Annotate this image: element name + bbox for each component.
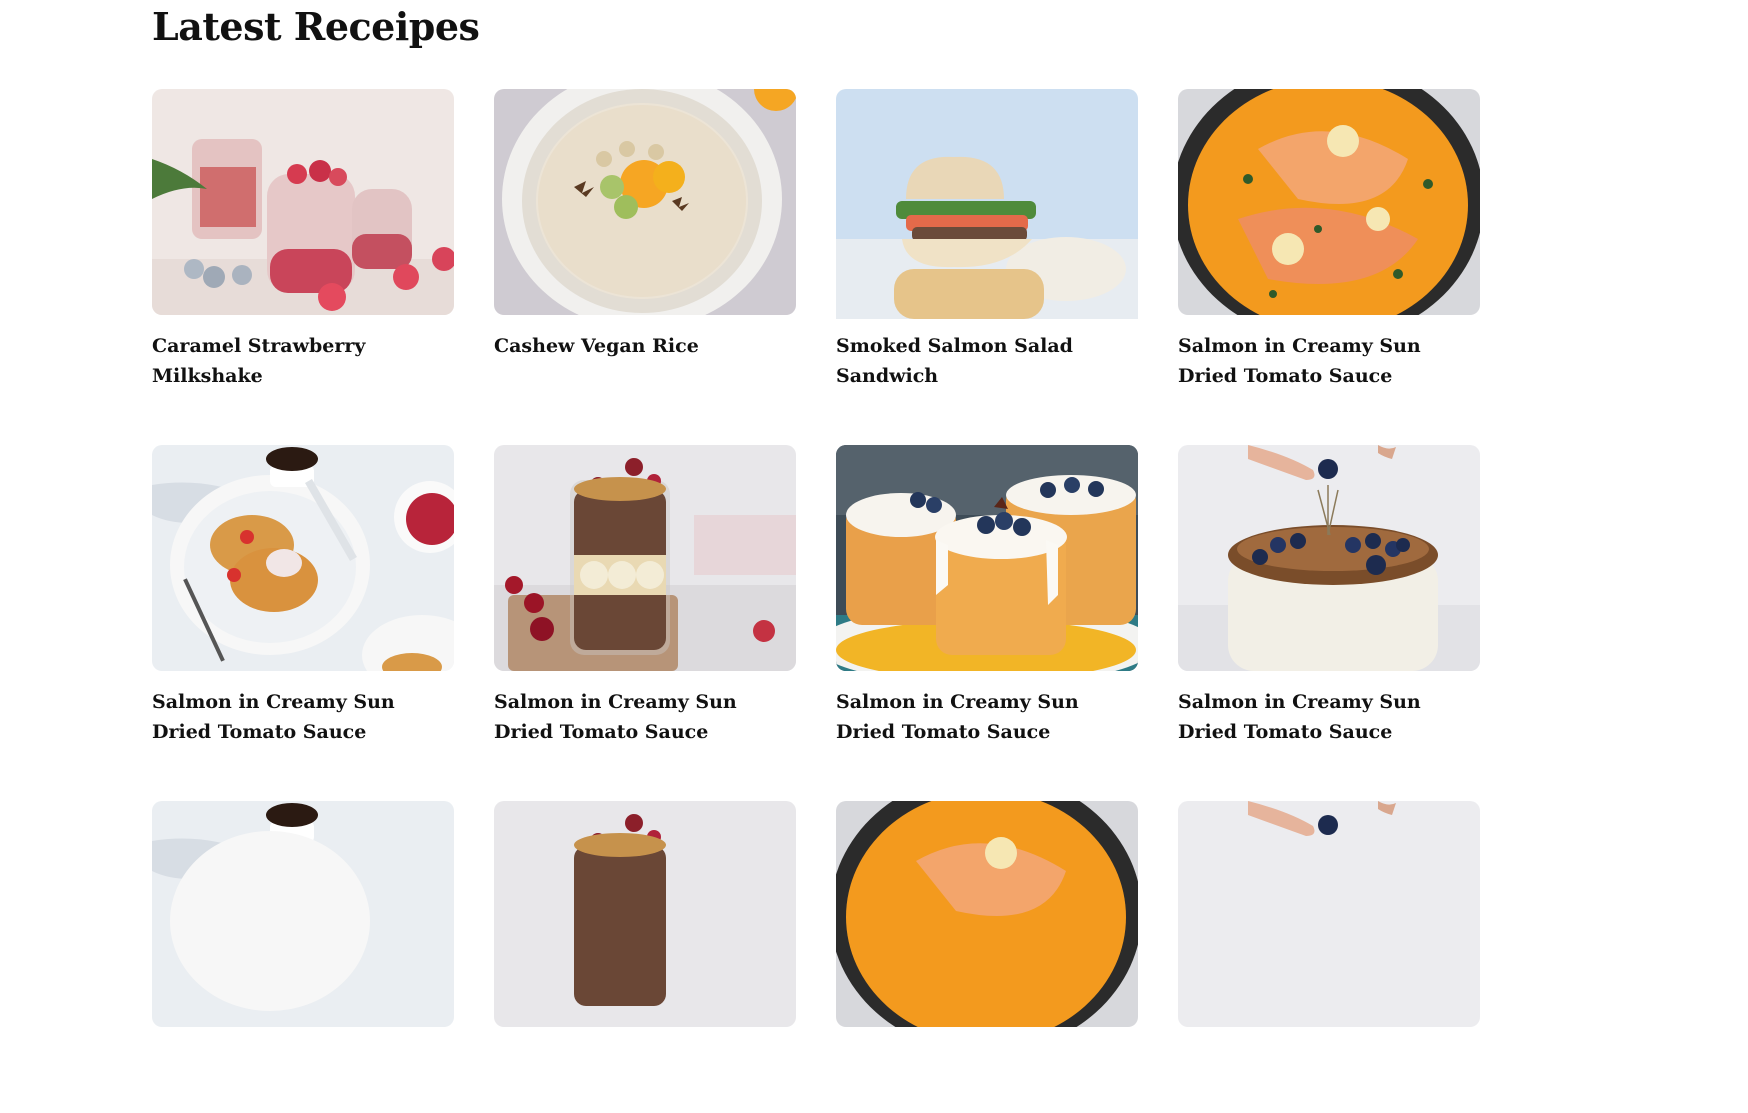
recipe-image[interactable] <box>494 89 796 315</box>
recipe-image[interactable] <box>152 445 454 671</box>
chocolate-jar-photo <box>494 445 796 671</box>
recipe-image[interactable] <box>836 445 1138 671</box>
recipe-card[interactable]: Smoked Salmon Salad Sandwich <box>836 89 1138 401</box>
recipe-title[interactable]: Cashew Vegan Rice <box>494 331 796 361</box>
recipe-image[interactable] <box>152 801 454 1027</box>
pancakes-photo <box>152 801 454 1027</box>
recipe-title[interactable]: Salmon in Creamy Sun Dried Tomato Sauce <box>1178 687 1480 747</box>
recipe-image[interactable] <box>494 801 796 1027</box>
section-title: Latest Receipes <box>152 4 480 49</box>
blueberry-cake-photo <box>1178 801 1480 1027</box>
recipe-image[interactable] <box>1178 445 1480 671</box>
recipe-card[interactable]: Salmon in Creamy Sun Dried Tomato Sauce <box>1178 89 1480 401</box>
recipe-title[interactable]: Caramel Strawberry Milkshake <box>152 331 454 391</box>
recipe-card[interactable]: Caramel Strawberry Milkshake <box>152 89 454 401</box>
recipe-card[interactable] <box>494 801 796 1113</box>
recipe-card[interactable]: Salmon in Creamy Sun Dried Tomato Sauce <box>836 445 1138 757</box>
recipe-image[interactable] <box>152 89 454 315</box>
recipe-card[interactable] <box>836 801 1138 1113</box>
blueberry-cake-photo <box>1178 445 1480 671</box>
recipe-card[interactable]: Salmon in Creamy Sun Dried Tomato Sauce <box>1178 445 1480 757</box>
recipe-image[interactable] <box>1178 801 1480 1027</box>
recipe-title[interactable]: Smoked Salmon Salad Sandwich <box>836 331 1138 391</box>
recipe-grid: Caramel Strawberry Milkshake Cashew Vega… <box>152 89 1480 1113</box>
recipe-title[interactable]: Salmon in Creamy Sun Dried Tomato Sauce <box>836 687 1138 747</box>
recipe-card[interactable]: Cashew Vegan Rice <box>494 89 796 401</box>
recipe-image[interactable] <box>836 89 1138 319</box>
recipe-image[interactable] <box>836 801 1138 1027</box>
recipe-title[interactable]: Salmon in Creamy Sun Dried Tomato Sauce <box>152 687 454 747</box>
recipe-title[interactable]: Salmon in Creamy Sun Dried Tomato Sauce <box>494 687 796 747</box>
salmon-pan-photo <box>836 801 1138 1027</box>
recipe-title[interactable]: Salmon in Creamy Sun Dried Tomato Sauce <box>1178 331 1480 391</box>
recipe-card[interactable] <box>1178 801 1480 1113</box>
oatmeal-bowl-photo <box>494 89 796 315</box>
recipe-image[interactable] <box>1178 89 1480 315</box>
recipe-card[interactable] <box>152 801 454 1113</box>
pancakes-photo <box>152 445 454 671</box>
chocolate-jar-photo <box>494 801 796 1027</box>
strawberry-milkshake-photo <box>152 89 454 315</box>
recipe-card[interactable]: Salmon in Creamy Sun Dried Tomato Sauce <box>152 445 454 757</box>
frosted-cakes-photo <box>836 445 1138 671</box>
salmon-sandwich-photo <box>836 89 1138 319</box>
recipe-image[interactable] <box>494 445 796 671</box>
recipe-card[interactable]: Salmon in Creamy Sun Dried Tomato Sauce <box>494 445 796 757</box>
salmon-pan-photo <box>1178 89 1480 315</box>
